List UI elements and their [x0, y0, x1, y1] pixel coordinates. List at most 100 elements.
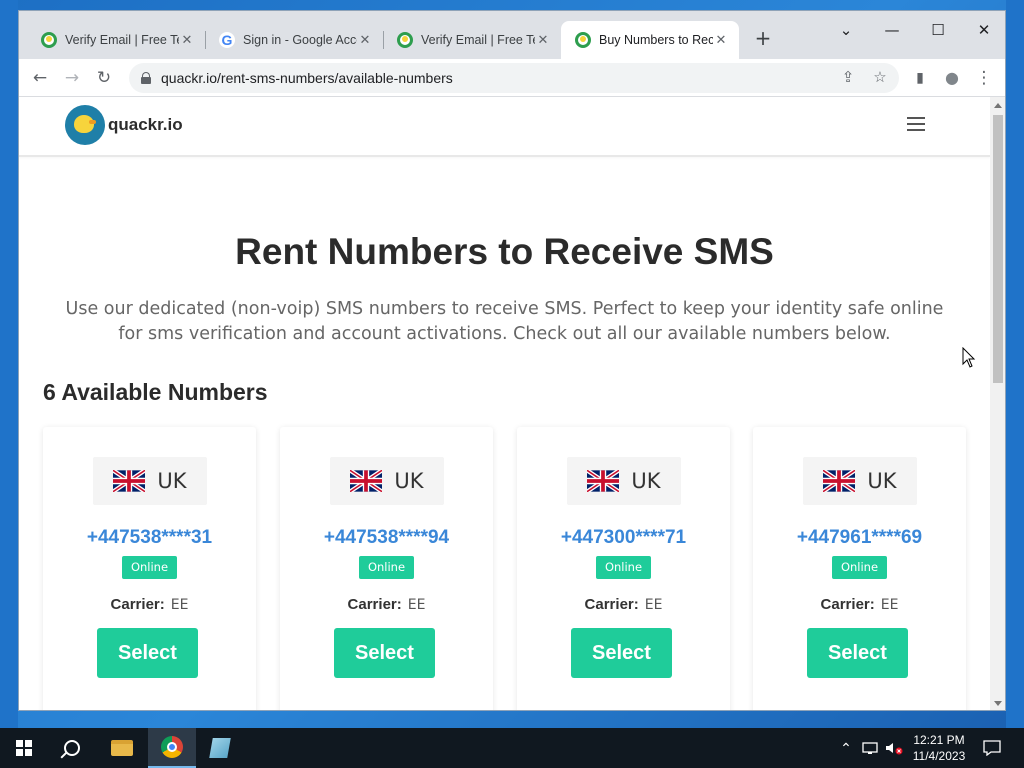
scroll-up-icon[interactable]: [994, 103, 1002, 108]
country-badge: UK: [567, 457, 681, 505]
country-name: UK: [394, 469, 424, 493]
search-icon: [64, 740, 80, 756]
back-icon[interactable]: ←: [27, 65, 53, 91]
select-button[interactable]: Select: [807, 628, 908, 678]
duck-favicon-icon: [397, 32, 413, 48]
minimize-button[interactable]: —: [869, 15, 915, 45]
phone-number[interactable]: +447300****71: [517, 527, 730, 549]
logo-text: quackr.io: [108, 115, 183, 134]
lock-icon[interactable]: [141, 72, 151, 84]
maximize-button[interactable]: ☐: [915, 15, 961, 45]
duck-logo-icon: [65, 105, 105, 145]
url-text[interactable]: quackr.io/rent-sms-numbers/available-num…: [161, 70, 453, 86]
mouse-cursor-icon: [962, 347, 976, 368]
tab-strip: Verify Email | Free Temporary ✕ G Sign i…: [19, 11, 1005, 59]
taskbar-search-button[interactable]: [48, 728, 96, 768]
volume-muted-icon[interactable]: [884, 728, 904, 768]
taskbar-chrome[interactable]: [148, 728, 196, 768]
notepad-app-icon: [209, 738, 231, 758]
country-badge: UK: [330, 457, 444, 505]
tab-verify-email-1[interactable]: Verify Email | Free Temporary ✕: [27, 21, 205, 59]
country-badge: UK: [93, 457, 207, 505]
select-button[interactable]: Select: [334, 628, 435, 678]
tab-title: Sign in - Google Accounts: [243, 33, 357, 47]
carrier-info: Carrier: EE: [753, 596, 966, 613]
uk-flag-icon: [823, 470, 856, 492]
chrome-icon: [161, 736, 183, 758]
uk-flag-icon: [587, 470, 620, 492]
duck-favicon-icon: [41, 32, 57, 48]
phone-number[interactable]: +447961****69: [753, 527, 966, 549]
google-favicon-icon: G: [219, 32, 235, 48]
windows-logo-icon: [16, 740, 32, 756]
status-badge: Online: [832, 556, 887, 579]
carrier-info: Carrier: EE: [280, 596, 493, 613]
number-card: UK +447961****69 Online Carrier: EE Selec…: [753, 427, 966, 710]
carrier-label: Carrier:: [820, 596, 875, 613]
number-card: UK +447538****31 Online Carrier: EE Selec…: [43, 427, 256, 710]
scrollbar-thumb[interactable]: [993, 115, 1003, 383]
scroll-down-icon[interactable]: [994, 701, 1002, 706]
tab-title: Buy Numbers to Receive SMS: [599, 33, 713, 47]
tab-verify-email-2[interactable]: Verify Email | Free Temporary ✕: [383, 21, 561, 59]
tab-title: Verify Email | Free Temporary: [65, 33, 179, 47]
country-name: UK: [631, 469, 661, 493]
tab-search-icon[interactable]: ⌄: [823, 15, 869, 45]
status-badge: Online: [122, 556, 177, 579]
side-panel-icon[interactable]: ▮: [907, 65, 933, 91]
tab-title: Verify Email | Free Temporary: [421, 33, 535, 47]
network-icon[interactable]: [860, 728, 882, 768]
address-bar[interactable]: quackr.io/rent-sms-numbers/available-num…: [129, 63, 899, 93]
forward-icon[interactable]: →: [59, 65, 85, 91]
carrier-label: Carrier:: [110, 596, 165, 613]
number-card: UK +447300****71 Online Carrier: EE Selec…: [517, 427, 730, 710]
new-tab-button[interactable]: +: [749, 25, 777, 53]
select-button[interactable]: Select: [571, 628, 672, 678]
tray-chevron-up-icon[interactable]: ⌃: [836, 728, 856, 768]
browser-menu-icon[interactable]: ⋮: [971, 65, 997, 91]
carrier-info: Carrier: EE: [517, 596, 730, 613]
tab-close-icon[interactable]: ✕: [535, 32, 551, 48]
browser-window: Verify Email | Free Temporary ✕ G Sign i…: [18, 10, 1006, 711]
desktop-background: [0, 0, 18, 728]
close-window-button[interactable]: ✕: [961, 15, 1005, 45]
tab-google-sign-in[interactable]: G Sign in - Google Accounts ✕: [205, 21, 383, 59]
hamburger-menu-icon[interactable]: [907, 117, 925, 131]
carrier-value: EE: [170, 597, 189, 613]
phone-number[interactable]: +447538****94: [280, 527, 493, 549]
carrier-value: EE: [644, 597, 663, 613]
uk-flag-icon: [113, 470, 146, 492]
system-clock[interactable]: 12:21 PM 11/4/2023: [906, 732, 972, 764]
number-card: UK +447538****94 Online Carrier: EE Selec…: [280, 427, 493, 710]
country-name: UK: [157, 469, 187, 493]
carrier-info: Carrier: EE: [43, 596, 256, 613]
taskbar-file-explorer[interactable]: [98, 728, 146, 768]
status-badge: Online: [359, 556, 414, 579]
taskbar: ⌃ 12:21 PM 11/4/2023: [0, 728, 1024, 768]
profile-avatar-icon[interactable]: ●: [939, 65, 965, 91]
available-numbers-heading: 6 Available Numbers: [43, 379, 268, 405]
page-title: Rent Numbers to Receive SMS: [235, 231, 774, 272]
duck-favicon-icon: [575, 32, 591, 48]
country-badge: UK: [803, 457, 917, 505]
browser-toolbar: ← → ↻ quackr.io/rent-sms-numbers/availab…: [19, 59, 1005, 97]
tab-close-icon[interactable]: ✕: [179, 32, 195, 48]
reload-icon[interactable]: ↻: [91, 65, 117, 91]
site-logo[interactable]: quackr.io: [65, 105, 183, 145]
phone-number[interactable]: +447538****31: [43, 527, 256, 549]
carrier-value: EE: [407, 597, 426, 613]
vertical-scrollbar[interactable]: [990, 97, 1005, 710]
bookmark-star-icon[interactable]: ☆: [867, 65, 893, 91]
select-button[interactable]: Select: [97, 628, 198, 678]
share-icon[interactable]: ⇪: [835, 65, 861, 91]
notification-center-icon[interactable]: [978, 728, 1006, 768]
tab-buy-numbers[interactable]: Buy Numbers to Receive SMS ✕: [561, 21, 739, 59]
tab-close-icon[interactable]: ✕: [357, 32, 373, 48]
carrier-value: EE: [880, 597, 899, 613]
start-button[interactable]: [0, 728, 48, 768]
folder-icon: [111, 740, 133, 756]
tab-close-icon[interactable]: ✕: [713, 32, 729, 48]
page-viewport: quackr.io Rent Numbers to Receive SMS Us…: [19, 97, 990, 710]
taskbar-app[interactable]: [196, 728, 244, 768]
clock-date: 11/4/2023: [912, 749, 966, 763]
